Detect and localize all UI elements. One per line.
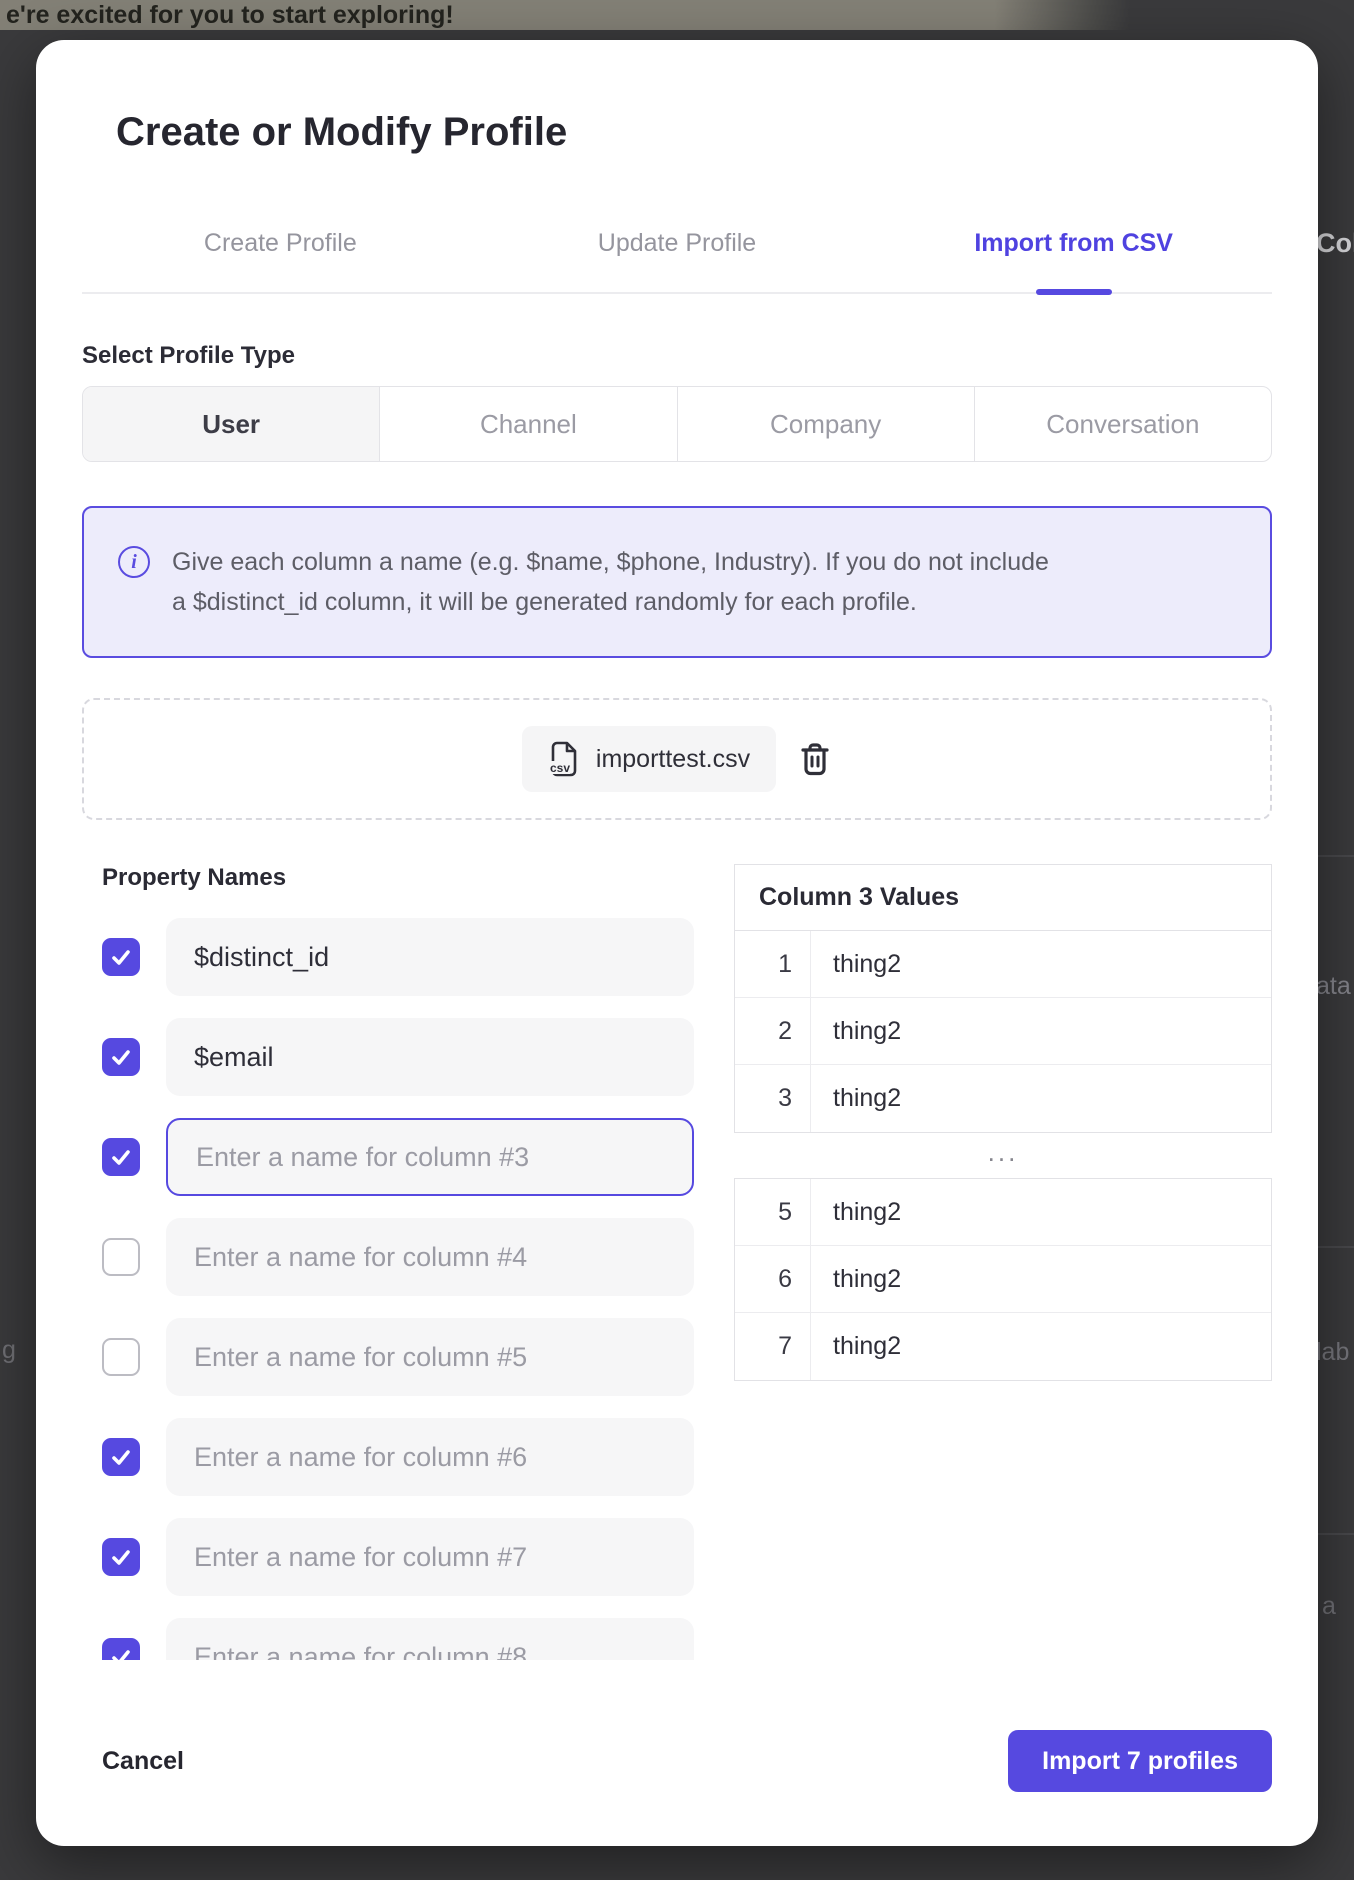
column-3-checkbox[interactable] bbox=[102, 1138, 140, 1176]
delete-file-button[interactable] bbox=[798, 740, 832, 778]
table-row: 7 thing2 bbox=[735, 1313, 1271, 1380]
background-divider bbox=[1313, 1533, 1354, 1535]
row-value: thing2 bbox=[811, 1313, 901, 1380]
csv-upload-dropzone[interactable]: csv importtest.csv bbox=[82, 698, 1272, 820]
info-callout-text: Give each column a name (e.g. $name, $ph… bbox=[172, 542, 1062, 622]
column-values-preview: Column 3 Values 1 thing2 2 thing2 3 thin… bbox=[734, 864, 1272, 1660]
property-row bbox=[102, 1018, 694, 1096]
column-2-checkbox[interactable] bbox=[102, 1038, 140, 1076]
row-value: thing2 bbox=[811, 1065, 901, 1132]
column-7-name-input[interactable] bbox=[166, 1518, 694, 1596]
info-callout: i Give each column a name (e.g. $name, $… bbox=[82, 506, 1272, 658]
background-fragment: ata bbox=[1316, 972, 1351, 1001]
values-table-header: Column 3 Values bbox=[735, 865, 1271, 931]
column-1-name-input[interactable] bbox=[166, 918, 694, 996]
info-icon: i bbox=[118, 546, 150, 578]
column-5-checkbox[interactable] bbox=[102, 1338, 140, 1376]
profile-type-user[interactable]: User bbox=[83, 387, 379, 461]
row-number: 6 bbox=[735, 1246, 811, 1312]
row-value: thing2 bbox=[811, 931, 901, 997]
column-7-checkbox[interactable] bbox=[102, 1538, 140, 1576]
table-row: 3 thing2 bbox=[735, 1065, 1271, 1132]
column-8-name-input[interactable] bbox=[166, 1618, 694, 1660]
property-row bbox=[102, 1618, 694, 1660]
checkmark-icon bbox=[109, 1545, 133, 1569]
modal-footer: Cancel Import 7 profiles bbox=[102, 1730, 1272, 1792]
cancel-button[interactable]: Cancel bbox=[102, 1747, 184, 1776]
uploaded-file-chip: csv importtest.csv bbox=[522, 726, 776, 792]
checkmark-icon bbox=[109, 1145, 133, 1169]
background-banner: e're excited for you to start exploring! bbox=[0, 0, 1130, 30]
column-3-name-input[interactable] bbox=[166, 1118, 694, 1196]
property-row bbox=[102, 1418, 694, 1496]
select-profile-type-label: Select Profile Type bbox=[82, 342, 1272, 370]
property-row bbox=[102, 1318, 694, 1396]
background-fragment: g bbox=[2, 1336, 16, 1365]
property-names-heading: Property Names bbox=[102, 864, 694, 892]
profile-type-company[interactable]: Company bbox=[677, 387, 974, 461]
profile-type-selector: User Channel Company Conversation bbox=[82, 386, 1272, 462]
column-6-checkbox[interactable] bbox=[102, 1438, 140, 1476]
table-row: 2 thing2 bbox=[735, 998, 1271, 1065]
property-row bbox=[102, 918, 694, 996]
svg-text:csv: csv bbox=[550, 761, 570, 775]
tab-bar: Create Profile Update Profile Import fro… bbox=[82, 229, 1272, 294]
row-number: 3 bbox=[735, 1065, 811, 1132]
trash-icon bbox=[798, 740, 832, 778]
checkmark-icon bbox=[109, 1045, 133, 1069]
column-5-name-input[interactable] bbox=[166, 1318, 694, 1396]
property-row bbox=[102, 1118, 694, 1196]
column-1-checkbox[interactable] bbox=[102, 938, 140, 976]
column-8-checkbox[interactable] bbox=[102, 1638, 140, 1660]
background-fragment: Col bbox=[1316, 228, 1354, 259]
profile-type-conversation[interactable]: Conversation bbox=[974, 387, 1271, 461]
row-number: 7 bbox=[735, 1313, 811, 1380]
row-number: 5 bbox=[735, 1179, 811, 1245]
table-row: 1 thing2 bbox=[735, 931, 1271, 998]
background-fragment: a bbox=[1322, 1592, 1336, 1621]
tab-update-profile[interactable]: Update Profile bbox=[479, 229, 876, 292]
page-title: Create or Modify Profile bbox=[116, 110, 1272, 155]
background-divider bbox=[1313, 1246, 1354, 1248]
column-6-name-input[interactable] bbox=[166, 1418, 694, 1496]
property-rows-scroll-area[interactable] bbox=[102, 918, 694, 1660]
checkmark-icon bbox=[109, 1645, 133, 1660]
property-names-section: Property Names bbox=[82, 864, 694, 1660]
csv-file-icon: csv bbox=[548, 740, 580, 778]
row-value: thing2 bbox=[811, 1179, 901, 1245]
column-2-name-input[interactable] bbox=[166, 1018, 694, 1096]
values-table-bottom: 5 thing2 6 thing2 7 thing2 bbox=[734, 1178, 1272, 1381]
checkmark-icon bbox=[109, 1445, 133, 1469]
profile-type-channel[interactable]: Channel bbox=[379, 387, 676, 461]
column-4-checkbox[interactable] bbox=[102, 1238, 140, 1276]
rows-ellipsis: ... bbox=[734, 1133, 1272, 1178]
background-banner-text: e're excited for you to start exploring! bbox=[6, 1, 454, 30]
uploaded-file-name: importtest.csv bbox=[596, 745, 750, 774]
row-value: thing2 bbox=[811, 998, 901, 1064]
table-row: 6 thing2 bbox=[735, 1246, 1271, 1313]
create-or-modify-profile-modal: Create or Modify Profile Create Profile … bbox=[36, 40, 1318, 1846]
table-row: 5 thing2 bbox=[735, 1179, 1271, 1246]
property-row bbox=[102, 1218, 694, 1296]
values-table-top: Column 3 Values 1 thing2 2 thing2 3 thin… bbox=[734, 864, 1272, 1133]
row-number: 1 bbox=[735, 931, 811, 997]
row-value: thing2 bbox=[811, 1246, 901, 1312]
property-row bbox=[102, 1518, 694, 1596]
background-fragment: lab bbox=[1316, 1338, 1349, 1367]
column-4-name-input[interactable] bbox=[166, 1218, 694, 1296]
row-number: 2 bbox=[735, 998, 811, 1064]
tab-import-from-csv[interactable]: Import from CSV bbox=[875, 229, 1272, 292]
background-divider bbox=[1313, 855, 1354, 857]
checkmark-icon bbox=[109, 945, 133, 969]
tab-create-profile[interactable]: Create Profile bbox=[82, 229, 479, 292]
import-profiles-button[interactable]: Import 7 profiles bbox=[1008, 1730, 1272, 1792]
